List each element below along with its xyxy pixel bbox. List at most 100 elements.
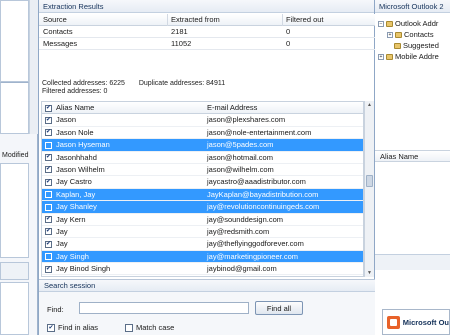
match-case-label: Match case: [136, 323, 175, 332]
tree-label: Mobile Addre: [395, 52, 439, 61]
extracted-cell: 11052: [171, 39, 192, 48]
col-filtered-out[interactable]: Filtered out: [286, 14, 324, 26]
email-address-cell: jason@wilhelm.com: [207, 164, 274, 174]
left-mid-list[interactable]: [0, 82, 29, 134]
list-item[interactable]: ✔ Jason jason@plexshares.com: [42, 114, 363, 127]
badge-label: Microsoft Ou: [402, 317, 449, 327]
row-checkbox[interactable]: ✔: [45, 265, 52, 273]
modified-column-header[interactable]: Modified: [2, 152, 28, 159]
collapse-icon[interactable]: −: [378, 21, 384, 27]
left-pane: Modified: [0, 0, 38, 335]
left-top-list[interactable]: [0, 0, 29, 82]
list-item[interactable]: ✔ Jason Nole jason@nole-entertainment.com: [42, 127, 363, 140]
collected-addresses: Collected addresses: 6225: [42, 80, 125, 87]
alias-name-cell: Jason Hyseman: [56, 140, 110, 150]
find-input[interactable]: [79, 302, 249, 314]
row-checkbox[interactable]: [45, 141, 52, 149]
tree-label: Suggested: [403, 41, 439, 50]
alias-name-cell: Jason Nole: [56, 127, 94, 137]
tree-node-mobile-address[interactable]: + Mobile Addre: [378, 52, 439, 62]
list-item[interactable]: Jason Hyseman jason@5pades.com: [42, 139, 363, 152]
left-lower-list[interactable]: [0, 163, 29, 258]
email-address-cell: jaycastro@aaadistributor.com: [207, 177, 306, 187]
left-lower-bar: [0, 262, 29, 280]
tree-label: Outlook Addr: [395, 19, 439, 28]
alias-name-cell: Jay Binod Singh: [56, 264, 111, 274]
tree-label: Contacts: [404, 30, 434, 39]
list-item[interactable]: ✔ Jay Castro jaycastro@aaadistributor.com: [42, 176, 363, 189]
select-all-checkbox[interactable]: ✔: [45, 104, 52, 112]
list-item[interactable]: Jay Shanley jay@revolutioncontinuingeds.c…: [42, 201, 363, 214]
email-address-cell: jason@plexshares.com: [207, 115, 286, 125]
address-book-icon: [386, 54, 393, 60]
row-checkbox[interactable]: [45, 203, 52, 211]
alias-name-cell: Kaplan, Jay: [56, 189, 96, 199]
row-checkbox[interactable]: ✔: [45, 154, 52, 162]
alias-name-cell: Jay: [56, 239, 68, 249]
folder-icon: [394, 43, 401, 49]
match-case-option[interactable]: Match case: [125, 323, 174, 332]
row-checkbox[interactable]: ✔: [45, 129, 52, 137]
expand-icon[interactable]: +: [387, 32, 393, 38]
tree-node-contacts[interactable]: + Contacts: [387, 30, 434, 40]
extraction-table: Source Extracted from Filtered out Conta…: [39, 14, 376, 50]
right-alias-name-header[interactable]: Alias Name: [375, 150, 450, 162]
find-in-alias-checkbox[interactable]: ✔: [47, 323, 55, 332]
col-email-address[interactable]: E-mail Address: [207, 102, 257, 114]
outlook-panel-title: Microsoft Outlook 2: [375, 0, 450, 13]
row-checkbox[interactable]: ✔: [45, 228, 52, 236]
row-checkbox[interactable]: [45, 191, 52, 199]
scrollbar-thumb[interactable]: [366, 175, 373, 187]
row-checkbox[interactable]: ✔: [45, 240, 52, 248]
row-checkbox[interactable]: [45, 253, 52, 261]
match-case-checkbox[interactable]: [125, 323, 133, 332]
alias-name-cell: Jay Singh: [56, 251, 89, 261]
table-row[interactable]: Contacts 2181 0: [39, 26, 376, 38]
row-checkbox[interactable]: ✔: [45, 216, 52, 224]
row-checkbox[interactable]: ✔: [45, 116, 52, 124]
list-item[interactable]: Kaplan, Jay JayKaplan@bayadistribution.co…: [42, 188, 363, 202]
extraction-table-header: Source Extracted from Filtered out: [39, 14, 376, 26]
alias-name-cell: Jay Kern: [56, 214, 86, 224]
list-item[interactable]: ✔ Jay jay@theflyinggodforever.com: [42, 238, 363, 251]
tree-node-outlook-address[interactable]: − Outlook Addr: [378, 19, 438, 29]
alias-name-cell: Jason Wilhelm: [56, 164, 105, 174]
alias-list-scrollbar[interactable]: ▲ ▼: [364, 101, 374, 277]
list-item[interactable]: ✔ Jay Binod Singh jaybinod@gmail.com: [42, 263, 363, 276]
alias-name-cell: Jay Castro: [56, 177, 92, 187]
scroll-up-arrow-icon[interactable]: ▲: [367, 102, 372, 108]
address-stats: Collected addresses: 6225 Duplicate addr…: [42, 80, 225, 96]
table-row[interactable]: Messages 11052 0: [39, 38, 376, 50]
row-checkbox[interactable]: ✔: [45, 178, 52, 186]
email-address-cell: jaybinod@gmail.com: [207, 264, 277, 274]
right-status-bar: [375, 254, 450, 270]
list-item[interactable]: ✔ Jay Kern jay@sounddesign.com: [42, 214, 363, 226]
scroll-down-arrow-icon[interactable]: ▼: [367, 270, 372, 276]
filtered-cell: 0: [286, 27, 291, 36]
row-checkbox[interactable]: ✔: [45, 166, 52, 174]
col-source[interactable]: Source: [43, 14, 67, 26]
find-in-alias-option[interactable]: ✔ Find in alias: [47, 323, 98, 332]
address-book-icon: [386, 21, 393, 27]
office-logo-icon: [387, 315, 400, 329]
list-item[interactable]: ✔ Jay jay@redsmith.com: [42, 226, 363, 239]
source-cell: Messages: [43, 39, 78, 48]
alias-name-cell: Jasonhhahd: [56, 152, 97, 162]
list-item[interactable]: Jay Singh jay@marketingpioneer.com: [42, 250, 363, 264]
list-item[interactable]: ✔ Jasonhhahd jason@hotmail.com: [42, 152, 363, 164]
list-item[interactable]: ✔ Jason Wilhelm jason@wilhelm.com: [42, 164, 363, 177]
col-alias-name[interactable]: Alias Name: [56, 102, 94, 114]
expand-icon[interactable]: +: [378, 54, 384, 60]
email-address-cell: jay@theflyinggodforever.com: [207, 239, 304, 249]
duplicate-addresses: Duplicate addresses: 84911: [138, 80, 226, 87]
alias-name-cell: Jay: [56, 226, 68, 236]
find-all-button[interactable]: Find all: [255, 301, 303, 315]
microsoft-outlook-badge: Microsoft Ou: [382, 309, 450, 335]
left-mid-scrollbar[interactable]: [29, 82, 38, 134]
left-bottom-list[interactable]: [0, 282, 29, 335]
tree-node-suggested[interactable]: Suggested: [394, 41, 439, 51]
col-extracted-from[interactable]: Extracted from: [171, 14, 220, 26]
left-top-scrollbar[interactable]: [29, 0, 38, 82]
alias-list[interactable]: ✔ Alias Name E-mail Address ✔ Jason jason@…: [41, 101, 364, 277]
email-address-cell: jay@marketingpioneer.com: [207, 251, 298, 261]
